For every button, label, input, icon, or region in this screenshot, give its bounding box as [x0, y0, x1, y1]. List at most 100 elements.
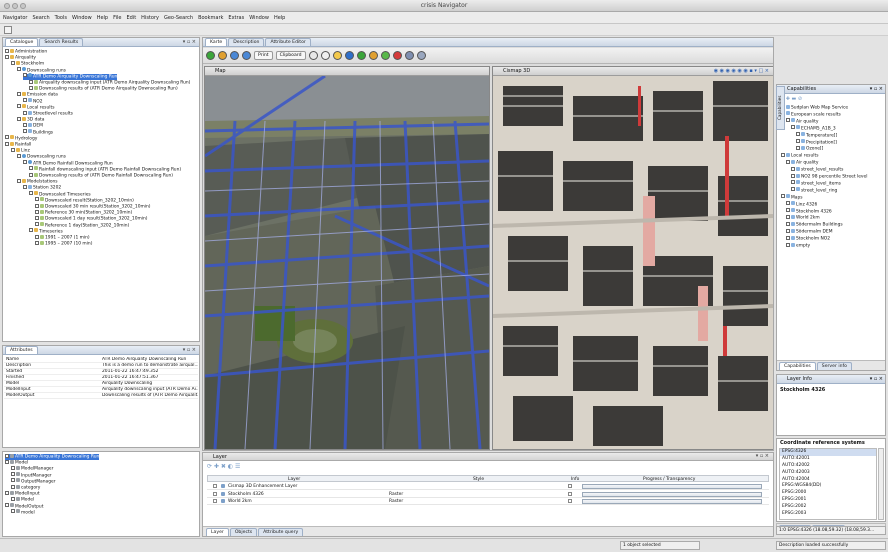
expand-icon[interactable]	[786, 208, 790, 212]
model-tree-item[interactable]: ATR Demo Airquality Downscaling Run	[5, 453, 100, 460]
expand-icon[interactable]	[35, 203, 39, 208]
expand-icon[interactable]	[29, 191, 33, 196]
edit-icon[interactable]	[404, 51, 414, 60]
expand-icon[interactable]	[786, 235, 790, 240]
catalogue-item[interactable]: Stockholm	[11, 60, 44, 67]
expand-icon[interactable]	[11, 60, 15, 65]
tab-attribute-editor[interactable]: Attribute Editor	[265, 38, 311, 46]
capability-item[interactable]: Maps	[781, 194, 803, 201]
expand-icon[interactable]	[17, 178, 21, 183]
panel-controls-icon[interactable]: ▾ ▫ ×	[756, 453, 769, 459]
tab-layer[interactable]: Layer	[206, 527, 229, 536]
menu-window[interactable]: Window	[72, 15, 92, 21]
capability-item[interactable]: street_level_ring	[791, 187, 837, 194]
capability-item[interactable]: NO2 98 percentile Street level	[791, 173, 867, 180]
panel-controls-icon[interactable]: ▾ ▫ ×	[870, 376, 883, 382]
crs-item[interactable]: EPSG:2003	[780, 511, 876, 518]
layer-info-checkbox[interactable]	[568, 491, 572, 496]
expand-icon[interactable]	[786, 201, 790, 206]
expand-icon[interactable]	[29, 166, 33, 171]
crs-item[interactable]: AUTO:42003	[780, 470, 876, 477]
panel-controls-icon[interactable]: ▾ ▫ ×	[183, 347, 196, 353]
catalogue-item[interactable]: Airquality downscaling input (ATR Demo A…	[29, 79, 190, 86]
expand-icon[interactable]	[35, 234, 39, 239]
expand-icon[interactable]	[17, 91, 21, 96]
tab-capabilities[interactable]: Capabilities	[779, 361, 816, 370]
info-icon[interactable]	[344, 51, 354, 60]
layer-visible-checkbox[interactable]	[213, 484, 217, 488]
expand-icon[interactable]	[23, 98, 27, 103]
capability-item[interactable]: Linz 4326	[786, 201, 817, 208]
capability-item[interactable]: Södermalm Buildings	[786, 221, 843, 228]
tab-karte[interactable]: Karte	[205, 38, 228, 46]
expand-icon[interactable]	[17, 67, 21, 72]
expand-icon[interactable]	[786, 159, 790, 164]
pan-icon[interactable]	[332, 51, 342, 60]
expand-icon[interactable]	[11, 478, 15, 483]
expand-icon[interactable]	[791, 173, 795, 178]
panel-controls-icon[interactable]: ▾ ▫ ×	[183, 39, 196, 45]
catalogue-item[interactable]: Airquality	[5, 54, 36, 61]
transparency-slider[interactable]	[582, 491, 762, 497]
capability-item[interactable]: Södermalm DEM	[786, 228, 833, 235]
expand-icon[interactable]	[35, 197, 39, 202]
expand-icon[interactable]	[791, 180, 795, 185]
expand-icon[interactable]	[23, 122, 27, 127]
capability-item[interactable]: ECHAM5_A1B_3	[791, 125, 836, 132]
clipboard-button[interactable]: Clipboard	[275, 51, 306, 60]
refresh-icon[interactable]	[206, 51, 215, 60]
capability-item[interactable]: Temperature[]	[796, 132, 837, 139]
tab-objects[interactable]: Objects	[229, 527, 258, 536]
capability-item[interactable]: Stockholm NO2	[786, 235, 830, 242]
3d-city-view[interactable]	[493, 76, 773, 449]
layer-visible-checkbox[interactable]	[213, 491, 217, 496]
zoom-icon[interactable]	[320, 51, 330, 60]
refresh-icon[interactable]	[4, 26, 12, 34]
menu-bookmark[interactable]: Bookmark	[198, 15, 223, 21]
model-tree-item[interactable]: model	[11, 509, 35, 516]
model-tree-item[interactable]: OutputManager	[11, 478, 56, 485]
menu-file[interactable]: File	[113, 15, 121, 21]
expand-icon[interactable]	[23, 110, 27, 115]
expand-icon[interactable]	[5, 503, 9, 508]
expand-icon[interactable]	[11, 147, 15, 152]
expand-icon[interactable]	[781, 152, 785, 157]
expand-icon[interactable]	[786, 242, 790, 247]
expand-icon[interactable]	[23, 160, 27, 165]
expand-icon[interactable]	[791, 187, 795, 192]
expand-icon[interactable]	[791, 125, 795, 130]
catalogue-item[interactable]: Rainfall downscaling input (ATR Demo Rai…	[29, 166, 181, 173]
menu-navigator[interactable]: Navigator	[3, 15, 27, 21]
tab-search-results[interactable]: Search Results	[39, 38, 84, 46]
tab-attribute-query[interactable]: Attribute query	[258, 527, 304, 536]
expand-icon[interactable]	[786, 214, 790, 219]
capability-item[interactable]: Local results	[781, 152, 818, 159]
expand-icon[interactable]	[29, 79, 33, 84]
expand-icon[interactable]	[11, 509, 15, 514]
layer-row[interactable]: Cismap 3D Enhancement Layer	[207, 483, 769, 490]
attribute-row[interactable]: ModelOutput Downscaling results of (ATR D…	[4, 393, 198, 399]
capability-item[interactable]: Air quality	[786, 118, 818, 125]
catalogue-item[interactable]: Downscaled 1 day result(Station_3202_10m…	[35, 215, 148, 222]
print-button[interactable]: Print	[254, 51, 273, 60]
capability-item[interactable]: Stockholm 4326	[786, 208, 832, 215]
layer-info-checkbox[interactable]	[568, 499, 572, 503]
tab-catalogue[interactable]: Catalogue	[5, 38, 39, 46]
expand-icon[interactable]	[35, 209, 39, 214]
expand-icon[interactable]	[5, 459, 9, 464]
catalogue-item[interactable]: Downscaled 30 min result(Station_3202_10…	[35, 203, 150, 210]
menu-search[interactable]: Search	[32, 15, 49, 21]
model-tree-item[interactable]: category	[11, 484, 40, 491]
expand-icon[interactable]	[5, 490, 9, 495]
expand-icon[interactable]	[5, 135, 9, 140]
expand-icon[interactable]	[796, 145, 800, 150]
expand-icon[interactable]	[23, 73, 27, 78]
expand-icon[interactable]	[786, 228, 790, 233]
expand-icon[interactable]	[11, 496, 15, 501]
crs-item[interactable]: AUTO:42001	[780, 456, 876, 463]
layer-info-checkbox[interactable]	[568, 484, 572, 488]
expand-icon[interactable]	[5, 453, 9, 458]
crs-item[interactable]: AUTO:42002	[780, 463, 876, 470]
select-icon[interactable]	[308, 51, 318, 60]
expand-icon[interactable]	[35, 240, 39, 245]
